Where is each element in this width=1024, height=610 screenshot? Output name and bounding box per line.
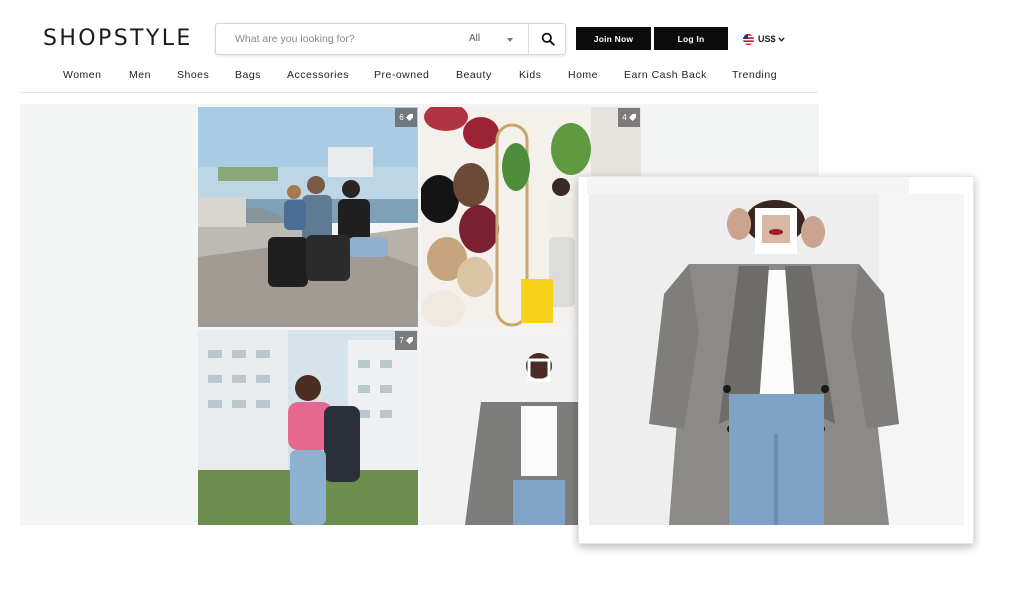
chevron-down-icon bbox=[777, 36, 785, 42]
tag-count: 6 bbox=[399, 113, 404, 122]
chevron-down-icon[interactable] bbox=[507, 38, 513, 42]
search-button[interactable] bbox=[529, 24, 566, 54]
nav-item-trending[interactable]: Trending bbox=[732, 69, 777, 81]
tag-icon bbox=[628, 114, 636, 121]
popup-header-strip bbox=[587, 177, 909, 194]
search-scope-select[interactable]: All bbox=[469, 33, 480, 44]
nav-item-home[interactable]: Home bbox=[568, 69, 598, 81]
gallery-photo-backpack[interactable]: 7 bbox=[198, 330, 418, 525]
currency-label: US$ bbox=[758, 34, 776, 44]
tag-count: 4 bbox=[622, 113, 627, 122]
nav-divider bbox=[20, 92, 818, 93]
photo-preview-popup[interactable] bbox=[578, 176, 974, 544]
tag-icon bbox=[405, 337, 413, 344]
popup-blazer-photo bbox=[589, 194, 964, 525]
category-nav: Women Men Shoes Bags Accessories Pre-own… bbox=[0, 69, 1024, 85]
join-now-button[interactable]: Join Now bbox=[576, 27, 651, 50]
nav-item-women[interactable]: Women bbox=[63, 69, 102, 81]
nav-item-bags[interactable]: Bags bbox=[235, 69, 261, 81]
blazer-photo-large bbox=[589, 194, 964, 525]
nav-item-accessories[interactable]: Accessories bbox=[287, 69, 349, 81]
nav-item-pre-owned[interactable]: Pre-owned bbox=[374, 69, 429, 81]
nav-item-beauty[interactable]: Beauty bbox=[456, 69, 492, 81]
nav-item-shoes[interactable]: Shoes bbox=[177, 69, 209, 81]
gallery-photo-family-waterfront[interactable]: 6 bbox=[198, 107, 418, 327]
nav-item-men[interactable]: Men bbox=[129, 69, 151, 81]
photo-tag-badge: 7 bbox=[395, 331, 417, 350]
tag-icon bbox=[405, 114, 413, 121]
search-icon bbox=[541, 32, 555, 46]
photo-tag-badge: 6 bbox=[395, 108, 417, 127]
shopstyle-logo[interactable]: SHOPSTYLE bbox=[43, 26, 193, 51]
search-input[interactable] bbox=[235, 33, 465, 45]
log-in-button[interactable]: Log In bbox=[654, 27, 728, 50]
nav-item-kids[interactable]: Kids bbox=[519, 69, 541, 81]
photo-tag-badge: 4 bbox=[618, 108, 640, 127]
tag-count: 7 bbox=[399, 336, 404, 345]
nav-item-earn-cash-back[interactable]: Earn Cash Back bbox=[624, 69, 707, 81]
family-photo bbox=[198, 107, 418, 327]
currency-selector[interactable]: US$ bbox=[743, 32, 785, 46]
us-flag-icon bbox=[743, 33, 754, 45]
search-bar: All bbox=[215, 23, 566, 55]
backpack-photo bbox=[198, 330, 418, 525]
